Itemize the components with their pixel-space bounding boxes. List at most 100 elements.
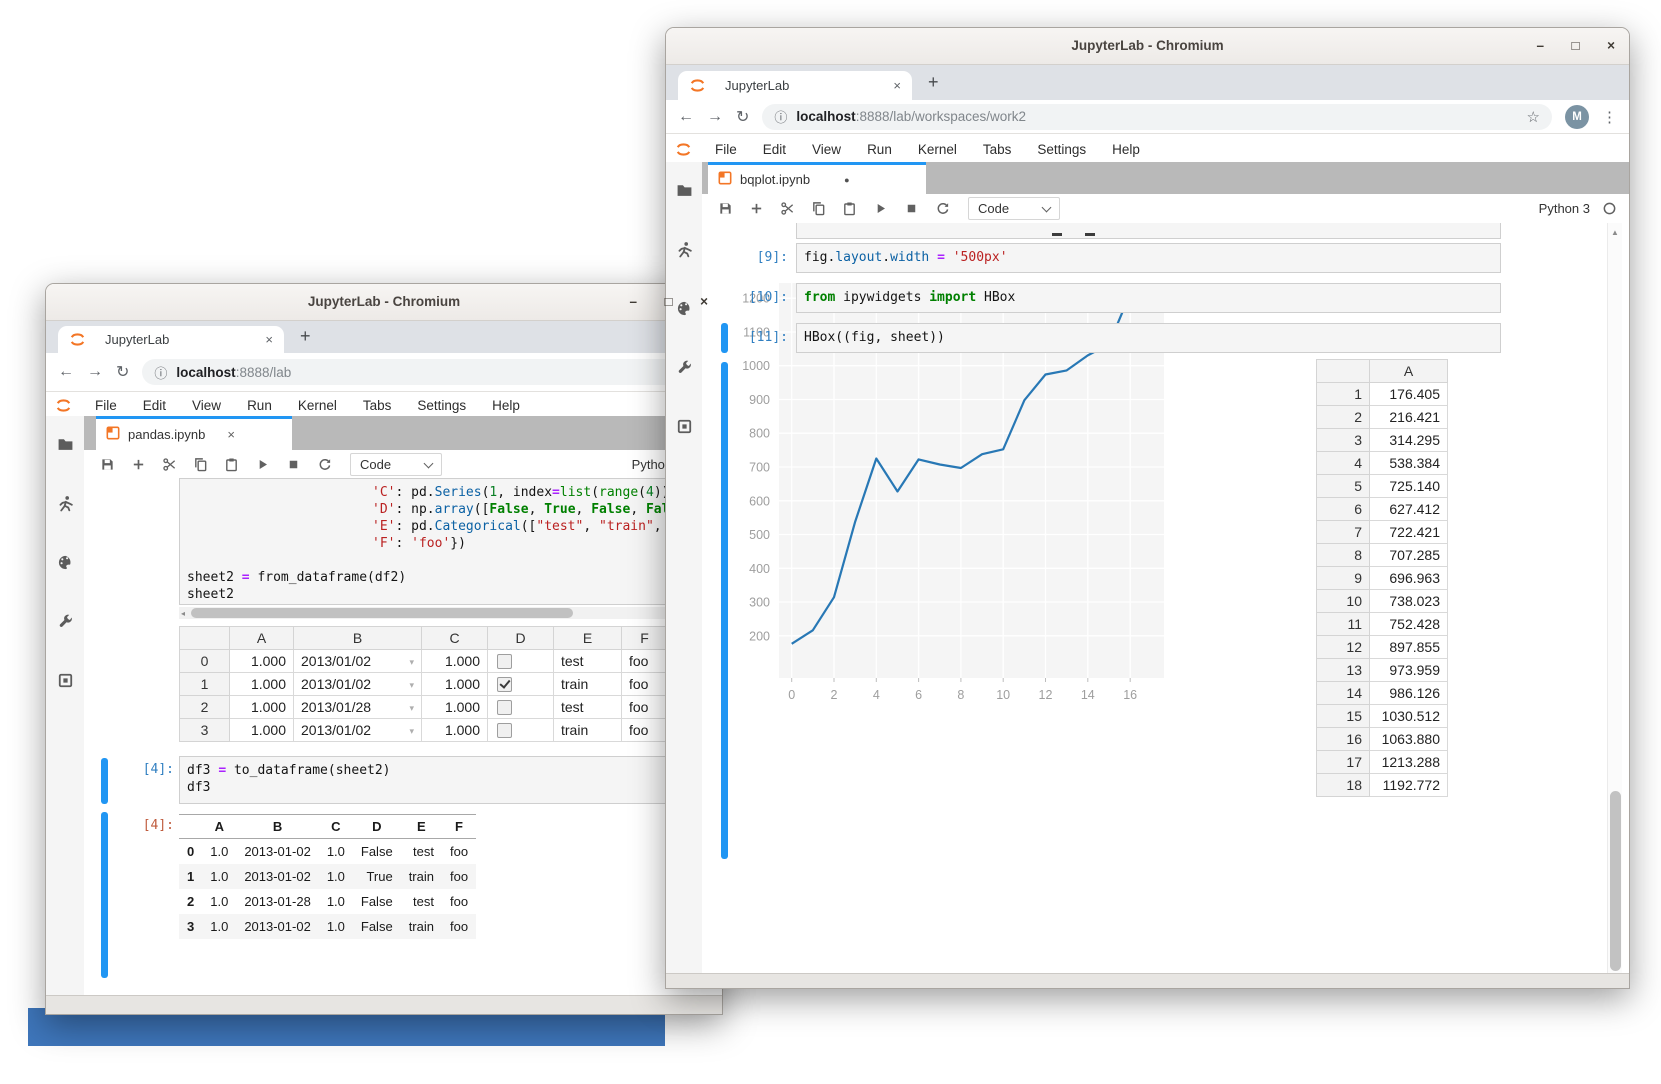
sheet-cell[interactable]: 314.295 [1370,429,1448,452]
vertical-scrollbar[interactable]: ▲ [1607,223,1622,974]
sheet-col-header[interactable]: E [554,627,622,650]
sheet-cell[interactable]: 1.000 [422,650,488,673]
sheet-checkbox-cell[interactable] [488,673,554,696]
sheet-cell[interactable]: 1.000 [230,719,294,742]
browser-menu-icon[interactable]: ⋮ [1602,108,1617,126]
sheet-row-header[interactable]: 3 [180,719,230,742]
cell-type-dropdown[interactable]: Code [350,453,442,476]
restart-kernel-button[interactable] [309,457,340,472]
doc-tab-close-icon[interactable]: × [227,427,235,442]
sheet-row-header[interactable]: 4 [1317,452,1370,475]
menu-item-help[interactable]: Help [1099,142,1153,157]
paste-cells-button[interactable] [834,201,865,216]
titlebar[interactable]: JupyterLab - Chromium – □ × [46,284,722,321]
menu-item-tabs[interactable]: Tabs [970,142,1025,157]
sheet-row-header[interactable]: 7 [1317,521,1370,544]
menu-item-kernel[interactable]: Kernel [285,398,350,413]
doc-tab-bqplot[interactable]: bqplot.ipynb ● [708,162,926,194]
checkbox[interactable] [497,654,512,669]
file-browser-folder-icon[interactable] [676,182,693,204]
sheet-cell[interactable]: 722.421 [1370,521,1448,544]
sheet-row-header[interactable]: 1 [180,673,230,696]
code-cell[interactable]: HBox((fig, sheet)) [796,323,1501,353]
back-icon[interactable]: ← [58,363,74,381]
sheet-cell[interactable]: foo [622,650,668,673]
sheet-checkbox-cell[interactable] [488,719,554,742]
tab-close-icon[interactable]: × [893,78,901,93]
output-collapser-bar[interactable] [721,362,728,859]
menu-item-file[interactable]: File [82,398,130,413]
menu-item-file[interactable]: File [702,142,750,157]
close-button[interactable]: × [700,294,708,309]
menu-item-settings[interactable]: Settings [1024,142,1099,157]
menu-item-kernel[interactable]: Kernel [905,142,970,157]
sheet-row-header[interactable]: 15 [1317,705,1370,728]
sheet-cell[interactable]: 986.126 [1370,682,1448,705]
menu-item-view[interactable]: View [179,398,234,413]
sheet-cell[interactable]: 1063.880 [1370,728,1448,751]
wrench-icon[interactable] [57,613,74,635]
add-cell-button[interactable] [741,201,772,216]
info-icon[interactable]: ⓘ [154,363,167,382]
sheet-col-header[interactable]: B [294,627,422,650]
sheet-col-header[interactable]: A [1370,360,1448,383]
sheet-cell[interactable]: 1.000 [230,696,294,719]
stop-kernel-button[interactable] [896,201,927,216]
checkbox[interactable] [497,677,512,692]
scroll-left-icon[interactable]: ◂ [181,609,185,618]
reload-icon[interactable]: ↻ [116,362,129,382]
sheet-col-header[interactable] [180,627,230,650]
palette-icon[interactable] [57,554,74,576]
running-man-icon[interactable] [676,241,693,263]
sheet-cell[interactable]: 1030.512 [1370,705,1448,728]
sheet-row-header[interactable]: 2 [180,696,230,719]
sheet-cell[interactable]: 216.421 [1370,406,1448,429]
menu-item-run[interactable]: Run [854,142,905,157]
sheet-cell[interactable]: 738.023 [1370,590,1448,613]
maximize-button[interactable]: □ [1572,38,1580,53]
browser-tab[interactable]: JupyterLab × [58,326,284,353]
stop-kernel-button[interactable] [278,457,309,472]
cell-type-dropdown[interactable]: Code [968,197,1060,220]
extension-square-icon[interactable] [676,418,693,440]
save-button[interactable] [710,201,741,216]
sheet-row-header[interactable]: 10 [1317,590,1370,613]
menu-item-help[interactable]: Help [479,398,533,413]
sheet-cell[interactable]: 627.412 [1370,498,1448,521]
sheet-date-cell[interactable]: 2013/01/02▾ [294,719,422,742]
sheet-cell[interactable]: 1.000 [230,650,294,673]
sheet-row-header[interactable]: 17 [1317,751,1370,774]
titlebar[interactable]: JupyterLab - Chromium – □ × [666,28,1629,65]
code-cell[interactable]: 'C': pd.Series(1, index=list(range(4)),'… [179,478,722,605]
menu-item-tabs[interactable]: Tabs [350,398,405,413]
code-cell[interactable]: df3 = to_dataframe(sheet2)df3 [179,756,722,804]
sheet-col-header[interactable]: C [422,627,488,650]
sheet-cell[interactable]: 1.000 [422,719,488,742]
maximize-button[interactable]: □ [665,294,673,309]
menu-item-settings[interactable]: Settings [404,398,479,413]
dropdown-caret-icon[interactable]: ▾ [409,680,414,691]
menu-item-view[interactable]: View [799,142,854,157]
scroll-up-icon[interactable]: ▲ [1611,228,1619,237]
horizontal-scrollbar[interactable]: ◂ [179,607,722,619]
sheet-row-header[interactable]: 8 [1317,544,1370,567]
running-man-icon[interactable] [57,495,74,517]
sheet-col-header[interactable]: F [622,627,668,650]
sheet-cell[interactable]: foo [622,719,668,742]
tab-close-icon[interactable]: × [265,332,273,347]
minimize-button[interactable]: – [630,294,638,309]
dropdown-caret-icon[interactable]: ▾ [409,657,414,668]
sheet-row-header[interactable]: 16 [1317,728,1370,751]
sheet-row-header[interactable]: 14 [1317,682,1370,705]
new-tab-button[interactable]: + [300,326,311,347]
sheet-row-header[interactable]: 12 [1317,636,1370,659]
menu-item-edit[interactable]: Edit [130,398,179,413]
sheet-cell[interactable]: test [554,696,622,719]
sheet-cell[interactable]: train [554,719,622,742]
sheet-cell[interactable]: test [554,650,622,673]
sheet-cell[interactable]: 1213.288 [1370,751,1448,774]
sheet-date-cell[interactable]: 2013/01/28▾ [294,696,422,719]
sheet-date-cell[interactable]: 2013/01/02▾ [294,673,422,696]
code-cell[interactable]: fig.layout.width = '500px' [796,243,1501,273]
minimize-button[interactable]: – [1537,38,1545,53]
